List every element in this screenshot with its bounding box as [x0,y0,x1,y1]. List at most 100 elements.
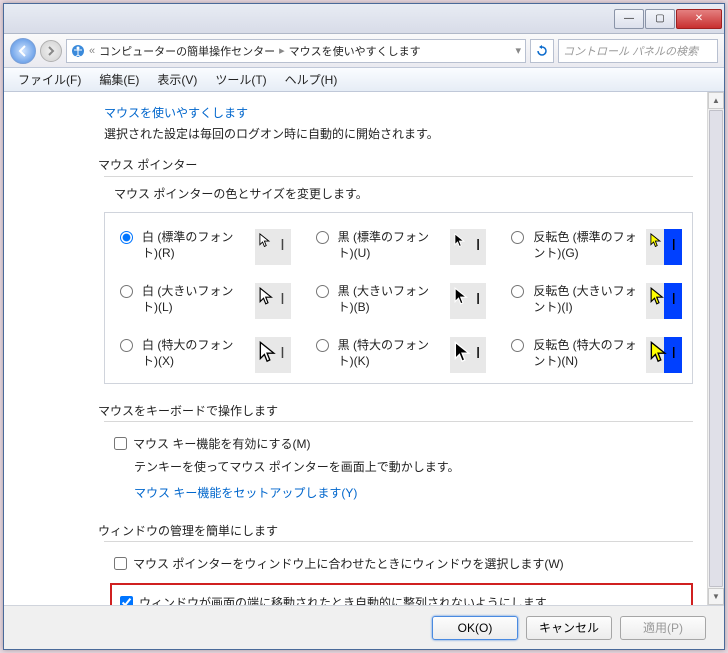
menubar: ファイル(F) 編集(E) 表示(V) ツール(T) ヘルプ(H) [4,68,724,92]
pointer-preview: I [255,337,291,373]
breadcrumb-root[interactable]: コンピューターの簡単操作センター [99,43,275,59]
prevent-snap-row[interactable]: ウィンドウが画面の端に移動されたとき自動的に整列されないようにします [120,591,683,605]
breadcrumb-sep: ▸ [279,44,285,57]
pointer-radio[interactable] [120,231,133,244]
apply-button[interactable]: 適用(P) [620,616,706,640]
titlebar: — ▢ ✕ [4,4,724,34]
pointer-label: 白 (特大のフォント)(X) [142,337,249,369]
forward-button[interactable] [40,40,62,62]
cursor-arrow-icon [259,233,273,247]
pointer-radio[interactable] [316,231,329,244]
pointer-radio[interactable] [511,339,524,352]
cursor-arrow-icon [259,341,281,363]
page-subtitle: 選択された設定は毎回のログオン時に自動的に開始されます。 [104,125,693,142]
menu-view[interactable]: 表示(V) [149,69,205,90]
search-input[interactable]: コントロール パネルの検索 [558,39,718,63]
main-panel: マウスを使いやすくします 選択された設定は毎回のログオン時に自動的に開始されます… [4,92,707,605]
navbar: « コンピューターの簡単操作センター ▸ マウスを使いやすくします ▾ コントロ… [4,34,724,68]
search-placeholder: コントロール パネルの検索 [563,43,698,59]
vertical-scrollbar[interactable]: ▲ ▼ [707,92,724,605]
mousekeys-label: マウス キー機能を有効にする(M) [133,435,310,452]
menu-edit[interactable]: 編集(E) [91,69,147,90]
cursor-ibeam-icon: I [476,345,480,363]
mousekeys-checkbox[interactable] [114,437,127,450]
cursor-ibeam-icon: I [280,237,284,255]
keyboard-section-title: マウスをキーボードで操作します [98,402,693,419]
close-button[interactable]: ✕ [676,9,722,29]
pointer-option[interactable]: 反転色 (特大のフォント)(N) I [506,337,682,373]
pointer-option[interactable]: 白 (大きいフォント)(L) I [115,283,291,319]
pointer-desc: マウス ポインターの色とサイズを変更します。 [114,185,693,202]
cursor-ibeam-icon: I [672,345,676,363]
content-area: マウスを使いやすくします 選択された設定は毎回のログオン時に自動的に開始されます… [4,92,724,605]
pointer-section-title: マウス ポインター [98,156,693,173]
pointer-preview: I [255,283,291,319]
cursor-arrow-icon [454,287,472,305]
pointer-radio[interactable] [316,285,329,298]
pointer-label: 白 (大きいフォント)(L) [142,283,249,315]
highlight-box: ウィンドウが画面の端に移動されたとき自動的に整列されないようにします [110,583,693,605]
address-bar[interactable]: « コンピューターの簡単操作センター ▸ マウスを使いやすくします ▾ [66,39,526,63]
minimize-button[interactable]: — [614,9,644,29]
cursor-ibeam-icon: I [476,237,480,255]
cursor-arrow-icon [650,287,668,305]
pointer-preview: I [646,337,682,373]
refresh-button[interactable] [530,39,554,63]
pointer-option[interactable]: 黒 (大きいフォント)(B) I [311,283,487,319]
menu-tools[interactable]: ツール(T) [207,69,274,90]
cursor-arrow-icon [259,287,277,305]
cursor-ibeam-icon: I [280,345,284,363]
pointer-radio[interactable] [511,285,524,298]
mousekeys-desc: テンキーを使ってマウス ポインターを画面上で動かします。 [104,455,693,478]
mousekeys-checkbox-row[interactable]: マウス キー機能を有効にする(M) [104,432,693,455]
prevent-snap-label: ウィンドウが画面の端に移動されたとき自動的に整列されないようにします [139,594,547,605]
pointer-option[interactable]: 黒 (特大のフォント)(K) I [311,337,487,373]
scroll-down-button[interactable]: ▼ [708,588,724,605]
footer: OK(O) キャンセル 適用(P) [4,605,724,649]
pointer-label: 黒 (標準のフォント)(U) [338,229,445,261]
arrow-right-icon [46,46,56,56]
back-button[interactable] [10,38,36,64]
page-title-link[interactable]: マウスを使いやすくします [104,104,693,121]
pointer-preview: I [646,229,682,265]
pointer-options-group: 白 (標準のフォント)(R) I 黒 (標準のフォント)(U) I 反転色 (標… [104,212,693,384]
cursor-ibeam-icon: I [672,291,676,309]
pointer-option[interactable]: 白 (標準のフォント)(R) I [115,229,291,265]
scrollbar-thumb[interactable] [709,110,723,587]
pointer-preview: I [450,337,486,373]
pointer-label: 反転色 (特大のフォント)(N) [533,337,640,369]
pointer-option[interactable]: 黒 (標準のフォント)(U) I [311,229,487,265]
pointer-radio[interactable] [511,231,524,244]
pointer-label: 白 (標準のフォント)(R) [142,229,249,261]
scroll-up-button[interactable]: ▲ [708,92,724,109]
ok-button[interactable]: OK(O) [432,616,518,640]
pointer-option[interactable]: 白 (特大のフォント)(X) I [115,337,291,373]
pointer-radio[interactable] [120,339,133,352]
window-section-title: ウィンドウの管理を簡単にします [98,522,693,539]
hover-select-label: マウス ポインターをウィンドウ上に合わせたときにウィンドウを選択します(W) [133,555,564,572]
pointer-label: 黒 (大きいフォント)(B) [338,283,445,315]
address-dropdown-icon[interactable]: ▾ [515,44,521,57]
prevent-snap-checkbox[interactable] [120,596,133,605]
breadcrumb-leaf[interactable]: マウスを使いやすくします [289,43,421,59]
pointer-radio[interactable] [316,339,329,352]
hover-select-checkbox[interactable] [114,557,127,570]
hover-select-row[interactable]: マウス ポインターをウィンドウ上に合わせたときにウィンドウを選択します(W) [104,552,693,575]
pointer-option[interactable]: 反転色 (標準のフォント)(G) I [506,229,682,265]
maximize-button[interactable]: ▢ [645,9,675,29]
pointer-option[interactable]: 反転色 (大きいフォント)(I) I [506,283,682,319]
cursor-ibeam-icon: I [672,237,676,255]
pointer-label: 黒 (特大のフォント)(K) [338,337,445,369]
pointer-label: 反転色 (大きいフォント)(I) [533,283,640,315]
menu-file[interactable]: ファイル(F) [10,69,89,90]
refresh-icon [536,45,548,57]
menu-help[interactable]: ヘルプ(H) [277,69,346,90]
cursor-arrow-icon [454,341,476,363]
mousekeys-setup-link[interactable]: マウス キー機能をセットアップします(Y) [104,478,693,504]
arrow-left-icon [17,45,29,57]
cancel-button[interactable]: キャンセル [526,616,612,640]
ease-of-access-icon [71,44,85,58]
cursor-ibeam-icon: I [476,291,480,309]
pointer-radio[interactable] [120,285,133,298]
window: — ▢ ✕ « コンピューターの簡単操作センター ▸ マウスを使いやすくします … [3,3,725,650]
